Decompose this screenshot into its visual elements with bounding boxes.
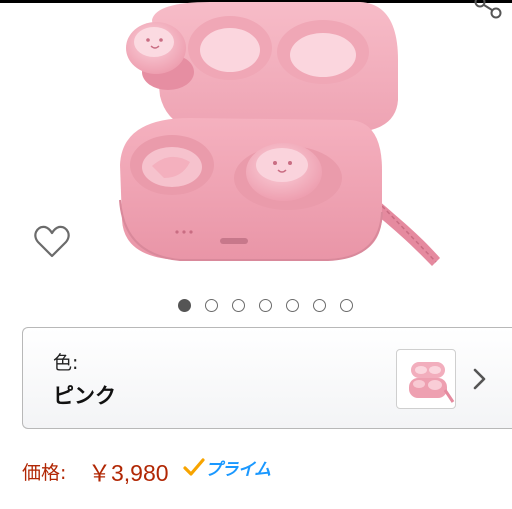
variant-label: 色: bbox=[53, 352, 79, 374]
price-label: 価格: bbox=[22, 462, 67, 484]
prime-label: プライム bbox=[205, 460, 271, 480]
color-variant-selector[interactable]: 色: ピンク bbox=[22, 327, 512, 429]
carousel-dot[interactable] bbox=[340, 298, 353, 312]
carousel-dot[interactable] bbox=[286, 298, 299, 312]
price-value: ￥3,980 bbox=[88, 460, 169, 486]
share-icon bbox=[474, 0, 502, 19]
pink-wireless-earbuds-case-image bbox=[119, 2, 440, 266]
prime-check-icon bbox=[183, 457, 205, 476]
variant-thumbnail bbox=[396, 349, 456, 409]
share-button[interactable] bbox=[470, 0, 506, 24]
carousel-dot[interactable] bbox=[259, 298, 272, 312]
pink-earbuds-thumbnail bbox=[409, 362, 455, 403]
chevron-right-icon bbox=[470, 366, 490, 392]
variant-value: ピンク bbox=[53, 384, 116, 408]
carousel-dot[interactable] bbox=[232, 298, 245, 312]
heart-icon bbox=[34, 225, 70, 258]
wishlist-button[interactable] bbox=[33, 224, 71, 260]
carousel-dot[interactable] bbox=[205, 298, 218, 312]
carousel-dot[interactable] bbox=[178, 298, 191, 312]
prime-badge: プライム bbox=[183, 455, 271, 480]
image-carousel-indicator[interactable] bbox=[178, 297, 360, 313]
carousel-dot[interactable] bbox=[313, 298, 326, 312]
product-image[interactable] bbox=[60, 0, 450, 290]
